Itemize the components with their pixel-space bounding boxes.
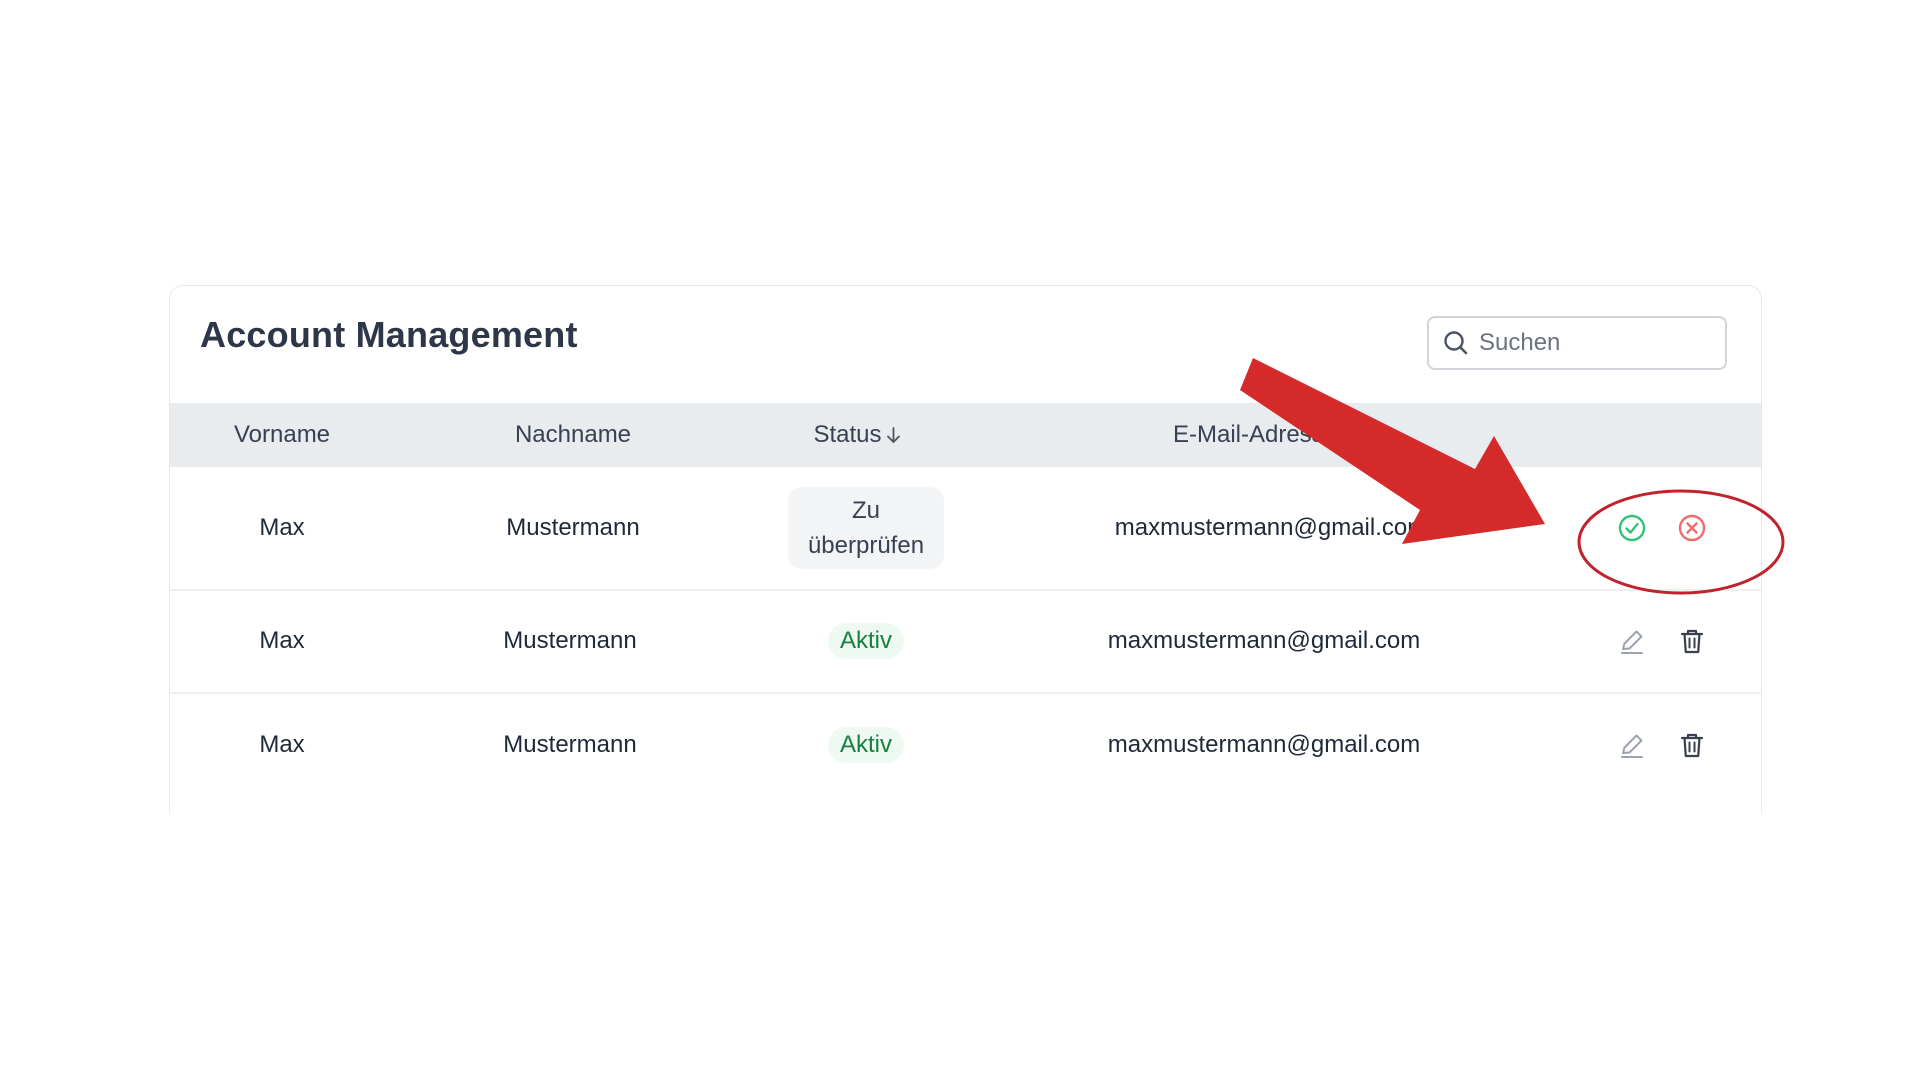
page-title: Account Management bbox=[200, 314, 578, 355]
status-badge: Aktiv bbox=[827, 622, 905, 659]
column-label: Vorname bbox=[233, 421, 331, 448]
cell-vorname: Max bbox=[259, 626, 305, 654]
cell-status: Zu überprüfen bbox=[788, 467, 944, 589]
status-badge: Zu überprüfen bbox=[788, 487, 944, 569]
row-actions bbox=[1616, 692, 1708, 798]
table-header: Vorname Nachname Status E-Mail-Adresse bbox=[170, 403, 1761, 467]
search-box[interactable] bbox=[1427, 316, 1727, 370]
cell-email: maxmustermann@gmail.com bbox=[1114, 514, 1428, 541]
column-label: Nachname bbox=[514, 421, 632, 448]
column-header-status[interactable]: Status bbox=[813, 403, 902, 467]
table-row: Max Mustermann Aktiv maxmustermann@gmail… bbox=[170, 589, 1761, 694]
pencil-icon[interactable] bbox=[1616, 729, 1648, 761]
cell-status: Aktiv bbox=[827, 692, 905, 798]
column-label: Status bbox=[813, 421, 882, 448]
cell-email: maxmustermann@gmail.com bbox=[1107, 626, 1421, 654]
column-label: E-Mail-Adresse bbox=[1172, 421, 1338, 448]
arrow-down-icon[interactable] bbox=[885, 424, 903, 446]
cell-vorname: Max bbox=[259, 731, 305, 758]
row-actions bbox=[1616, 589, 1708, 692]
trash-icon[interactable] bbox=[1676, 625, 1708, 657]
search-icon bbox=[1443, 330, 1469, 356]
cell-nachname: Mustermann bbox=[503, 731, 637, 758]
check-circle-icon[interactable] bbox=[1616, 512, 1648, 544]
cell-nachname: Mustermann bbox=[506, 514, 640, 541]
table-row: Max Mustermann Zu überprüfen maxmusterma… bbox=[170, 467, 1761, 591]
cell-status: Aktiv bbox=[827, 589, 905, 692]
cell-vorname: Max bbox=[259, 514, 305, 541]
column-header-nachname[interactable]: Nachname bbox=[515, 403, 631, 467]
cell-nachname: Mustermann bbox=[503, 626, 637, 654]
status-badge: Aktiv bbox=[827, 727, 905, 763]
trash-icon[interactable] bbox=[1676, 729, 1708, 761]
table-row: Max Mustermann Aktiv maxmustermann@gmail… bbox=[170, 692, 1761, 798]
cell-email: maxmustermann@gmail.com bbox=[1107, 731, 1421, 758]
row-actions bbox=[1616, 467, 1708, 589]
x-circle-icon[interactable] bbox=[1676, 512, 1708, 544]
column-header-email[interactable]: E-Mail-Adresse bbox=[1173, 403, 1337, 467]
account-management-card: Account Management Vorname Nachname Stat… bbox=[169, 285, 1762, 813]
pencil-icon[interactable] bbox=[1616, 625, 1648, 657]
column-header-vorname[interactable]: Vorname bbox=[234, 403, 330, 467]
search-input[interactable] bbox=[1477, 328, 1711, 358]
